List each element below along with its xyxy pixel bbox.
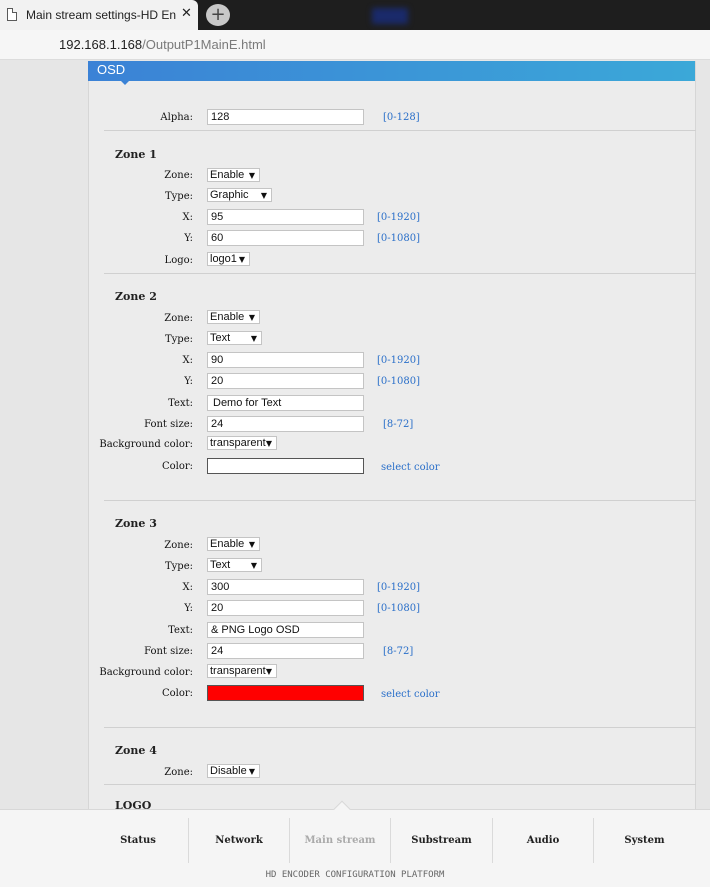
url-host: 192.168.1.168 [59,37,143,52]
nav-status[interactable]: Status [88,818,189,863]
zone3-fontsize-range: [8-72] [383,646,414,657]
zone1-y-label: Y: [184,233,193,244]
zone1-x-input[interactable]: 95 [207,209,364,225]
zone4-title: Zone 4 [115,744,157,757]
zone2-y-input[interactable]: 20 [207,373,364,389]
browser-tab-bar: Main stream settings-HD Encode ✕ + [0,0,710,30]
nav-network[interactable]: Network [189,818,290,863]
alpha-range: [0-128] [383,112,420,123]
tab-title: Main stream settings-HD Encode [26,8,176,22]
osd-header: OSD [88,61,695,85]
alpha-input[interactable]: 128 [207,109,364,125]
zone3-title: Zone 3 [115,517,157,530]
zone1-logo-select[interactable]: logo1 [207,252,250,266]
zone2-x-input[interactable]: 90 [207,352,364,368]
zone3-fontsize-input[interactable]: 24 [207,643,364,659]
zone1-x-range: [0-1920] [377,212,420,223]
nav-main-stream[interactable]: Main stream [290,818,391,863]
zone4-zone-select[interactable]: Disable [207,764,260,778]
zone3-x-input[interactable]: 300 [207,579,364,595]
zone1-x-label: X: [182,212,194,223]
zone2-zone-select[interactable]: Enable [207,310,260,324]
zone3-x-range: [0-1920] [377,582,420,593]
zone2-color-swatch[interactable] [207,458,364,474]
zone1-title: Zone 1 [115,148,157,161]
document-icon [7,8,17,21]
divider [104,500,696,501]
platform-footer: HD ENCODER CONFIGURATION PLATFORM [265,870,445,880]
new-tab-button[interactable]: + [206,4,230,26]
zone2-bg-select[interactable]: transparent [207,436,277,450]
divider [104,727,696,728]
zone2-fontsize-input[interactable]: 24 [207,416,364,432]
zone3-type-select[interactable]: Text [207,558,262,572]
zone3-y-range: [0-1080] [377,603,420,614]
zone2-select-color-link[interactable]: select color [381,462,440,473]
zone1-type-label: Type: [164,191,193,202]
zone2-type-select[interactable]: Text [207,331,262,345]
zone3-y-label: Y: [184,603,193,614]
zone1-y-range: [0-1080] [377,233,420,244]
bottom-navigation: Status Network Main stream Substream Aud… [0,800,710,887]
nav-audio[interactable]: Audio [493,818,594,863]
url-path: /OutputP1MainE.html [142,37,266,52]
blurred-tab-icon [372,8,408,24]
zone1-type-select[interactable]: Graphic [207,188,272,202]
zone1-zone-label: Zone: [164,170,193,181]
browser-tab[interactable]: Main stream settings-HD Encode ✕ [0,0,198,30]
zone2-fontsize-label: Font size: [144,419,193,430]
zone4-zone-label: Zone: [164,767,193,778]
zone3-zone-label: Zone: [164,540,193,551]
zone1-y-input[interactable]: 60 [207,230,364,246]
zone2-color-label: Color: [161,461,193,472]
zone3-zone-select[interactable]: Enable [207,537,260,551]
zone3-x-label: X: [182,582,194,593]
zone3-color-label: Color: [161,688,193,699]
zone2-text-input[interactable]: Demo for Text [207,395,364,411]
zone2-x-range: [0-1920] [377,355,420,366]
zone1-logo-label: Logo: [164,255,193,266]
zone2-fontsize-range: [8-72] [383,419,414,430]
zone1-zone-select[interactable]: Enable [207,168,260,182]
zone3-y-input[interactable]: 20 [207,600,364,616]
zone3-bg-label: Background color: [99,667,193,678]
zone3-select-color-link[interactable]: select color [381,689,440,700]
divider [104,784,696,785]
zone2-y-label: Y: [184,376,193,387]
url-text[interactable]: 192.168.1.168/OutputP1MainE.html [59,37,266,52]
zone3-bg-select[interactable]: transparent [207,664,277,678]
zone3-type-label: Type: [164,561,193,572]
zone2-title: Zone 2 [115,290,157,303]
zone3-text-input[interactable]: & PNG Logo OSD [207,622,364,638]
zone2-y-range: [0-1080] [377,376,420,387]
zone2-type-label: Type: [164,334,193,345]
address-bar[interactable]: 192.168.1.168/OutputP1MainE.html [0,30,710,60]
zone2-x-label: X: [182,355,194,366]
zone3-fontsize-label: Font size: [144,646,193,657]
divider [104,273,696,274]
zone2-text-label: Text: [168,398,193,409]
nav-substream[interactable]: Substream [391,818,493,863]
alpha-label: Alpha: [160,112,193,123]
close-icon[interactable]: ✕ [181,6,192,21]
zone3-text-label: Text: [168,625,193,636]
zone3-color-swatch[interactable] [207,685,364,701]
zone2-bg-label: Background color: [99,439,193,450]
zone2-zone-label: Zone: [164,313,193,324]
nav-system[interactable]: System [594,818,695,863]
divider [104,130,696,131]
